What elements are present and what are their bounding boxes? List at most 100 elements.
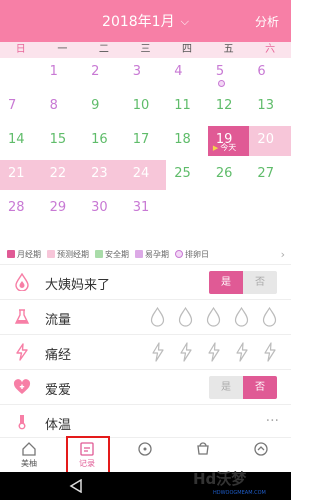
weekday-thu: 四 <box>182 44 193 55</box>
tab-label: 美柚 <box>21 459 37 468</box>
calendar-day[interactable]: 7 <box>0 92 42 122</box>
lightning-outline-icon[interactable] <box>260 341 279 363</box>
chevron-down-icon: ⌵ <box>180 15 189 28</box>
record-label: 痛经 <box>45 348 72 363</box>
calendar-day[interactable]: 24 <box>124 160 167 190</box>
drop-outline-icon[interactable] <box>176 306 195 328</box>
ovulation-icon <box>217 80 225 87</box>
chevron-right-icon[interactable]: › <box>281 248 285 261</box>
drop-outline-icon[interactable] <box>204 306 223 328</box>
weekday-sat: 六 <box>265 44 276 55</box>
calendar-day[interactable]: 25 <box>166 160 208 190</box>
lightning-outline-icon[interactable] <box>232 341 251 363</box>
calendar-day[interactable]: 3 <box>125 58 167 88</box>
toggle-no[interactable]: 否 <box>243 271 277 294</box>
calendar-day[interactable]: 17 <box>125 126 167 156</box>
calendar-week: 7 8 9 10 11 12 13 <box>0 92 291 122</box>
calendar-day[interactable]: 10 <box>125 92 167 122</box>
weekday-header: 日 一 二 三 四 五 六 <box>0 42 291 58</box>
calendar-day[interactable]: 22 <box>41 160 84 190</box>
calendar-day-today[interactable]: 19今天 <box>207 126 250 156</box>
calendar-day[interactable]: 1 <box>42 58 84 88</box>
record-label: 大姨妈来了 <box>45 278 111 293</box>
cycle-legend[interactable]: 月经期 预测经期 安全期 易孕期 排卵日 › <box>0 244 291 264</box>
love-toggle[interactable]: 是 否 <box>209 376 277 399</box>
lightning-outline-icon[interactable] <box>176 341 195 363</box>
calendar-day[interactable]: 13 <box>249 92 291 122</box>
record-row-temperature[interactable]: 体温 ··· <box>0 404 291 438</box>
calendar-day[interactable]: 12 <box>208 92 250 122</box>
calendar-day[interactable]: 2 <box>83 58 125 88</box>
drop-icon <box>15 273 29 291</box>
legend-label: 易孕期 <box>145 249 169 259</box>
watermark-url: HDWOOGMEAM.COM <box>213 490 266 496</box>
calendar-day[interactable]: 11 <box>166 92 208 122</box>
calendar-week: 21 22 23 24 25 26 27 <box>0 160 291 190</box>
toggle-no[interactable]: 否 <box>243 376 277 399</box>
lightning-outline-icon[interactable] <box>148 341 167 363</box>
watermark-logo: Hd沃梦 HDWOOGMEAM.COM <box>183 468 279 496</box>
calendar-day[interactable]: 14 <box>0 126 42 156</box>
lightning-icon <box>16 343 28 361</box>
record-label: 体温 <box>45 418 72 433</box>
tab-discover[interactable] <box>116 438 174 473</box>
calendar-day[interactable]: 15 <box>42 126 84 156</box>
legend-label: 月经期 <box>17 249 41 259</box>
record-row-flow: 流量 <box>0 299 291 333</box>
calendar-day <box>249 194 291 224</box>
toggle-yes[interactable]: 是 <box>209 376 243 399</box>
legend-swatch <box>135 250 143 258</box>
back-icon[interactable] <box>68 479 84 493</box>
record-row-love: 爱爱 是 否 <box>0 369 291 403</box>
calendar-day[interactable]: 20 <box>249 126 291 156</box>
calendar-day[interactable]: 8 <box>42 92 84 122</box>
tab-home[interactable]: 美柚 <box>0 438 58 473</box>
calendar-day[interactable]: 6 <box>249 58 291 88</box>
month-selector[interactable]: 2018年1月 ⌵ <box>0 11 291 31</box>
record-row-cramps: 痛经 <box>0 334 291 368</box>
calendar-day[interactable]: 28 <box>0 194 42 224</box>
more-icon[interactable]: ··· <box>266 413 279 429</box>
record-label: 流量 <box>45 313 72 328</box>
flow-selector[interactable] <box>139 306 279 328</box>
drop-outline-icon[interactable] <box>232 306 251 328</box>
calendar-day[interactable]: 5 <box>208 58 250 88</box>
calendar-day <box>208 194 250 224</box>
calendar-week: 14 15 16 17 18 19今天 20 <box>0 126 291 156</box>
analysis-button[interactable]: 分析 <box>255 13 279 30</box>
calendar-day[interactable]: 31 <box>125 194 167 224</box>
cramps-selector[interactable] <box>139 341 279 363</box>
heart-icon <box>13 379 31 394</box>
calendar-week: 1 2 3 4 5 6 <box>0 58 291 88</box>
cup-icon <box>197 442 209 455</box>
calendar-day[interactable]: 18 <box>166 126 208 156</box>
record-label: 爱爱 <box>45 383 72 398</box>
calendar-day[interactable]: 29 <box>42 194 84 224</box>
toggle-yes[interactable]: 是 <box>209 271 243 294</box>
lightning-outline-icon[interactable] <box>204 341 223 363</box>
legend-label: 排卵日 <box>185 249 209 259</box>
drop-outline-icon[interactable] <box>260 306 279 328</box>
calendar-day[interactable]: 4 <box>166 58 208 88</box>
calendar-day[interactable]: 9 <box>83 92 125 122</box>
legend-item-safe: 安全期 <box>95 249 129 260</box>
calendar-day[interactable]: 30 <box>83 194 125 224</box>
day-number: 5 <box>215 64 225 79</box>
bottom-tab-bar: 美柚 记录 <box>0 437 291 472</box>
thermometer-icon <box>18 415 26 430</box>
weekday-fri: 五 <box>223 44 234 55</box>
weekday-mon: 一 <box>57 44 68 55</box>
weekday-sun: 日 <box>15 44 26 55</box>
legend-swatch <box>7 250 15 258</box>
legend-item-fertile: 易孕期 <box>135 249 169 260</box>
calendar-day[interactable]: 26 <box>208 160 250 190</box>
calendar-day[interactable]: 27 <box>249 160 291 190</box>
calendar-day[interactable]: 21 <box>0 160 42 190</box>
calendar-day[interactable]: 23 <box>83 160 125 190</box>
highlight-box <box>66 436 110 474</box>
calendar-day[interactable]: 16 <box>83 126 125 156</box>
period-toggle[interactable]: 是 否 <box>209 271 277 294</box>
home-icon <box>22 442 36 456</box>
drop-outline-icon[interactable] <box>148 306 167 328</box>
calendar-week: 28 29 30 31 <box>0 194 291 224</box>
